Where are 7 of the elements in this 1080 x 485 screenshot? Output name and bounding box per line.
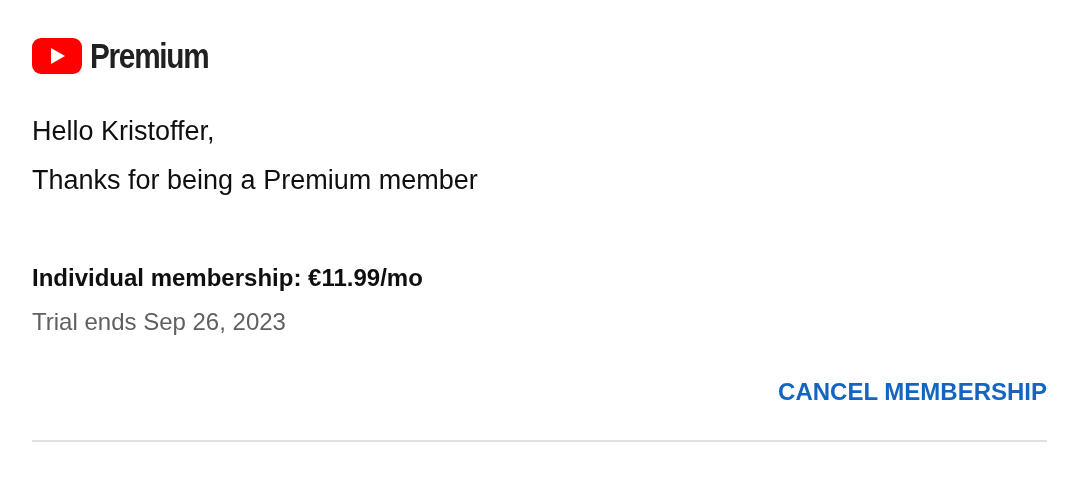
- greeting-text: Hello Kristoffer,: [32, 116, 216, 147]
- cancel-membership-button[interactable]: CANCEL MEMBERSHIP: [778, 374, 1047, 410]
- plan-text: Individual membership: €11.99/mo: [32, 264, 424, 292]
- brand-name: Premium: [90, 36, 209, 76]
- play-logo-icon: [32, 38, 82, 74]
- message-text: Thanks for being a Premium member: [32, 165, 479, 196]
- trial-text: Trial ends Sep 26, 2023: [32, 308, 287, 336]
